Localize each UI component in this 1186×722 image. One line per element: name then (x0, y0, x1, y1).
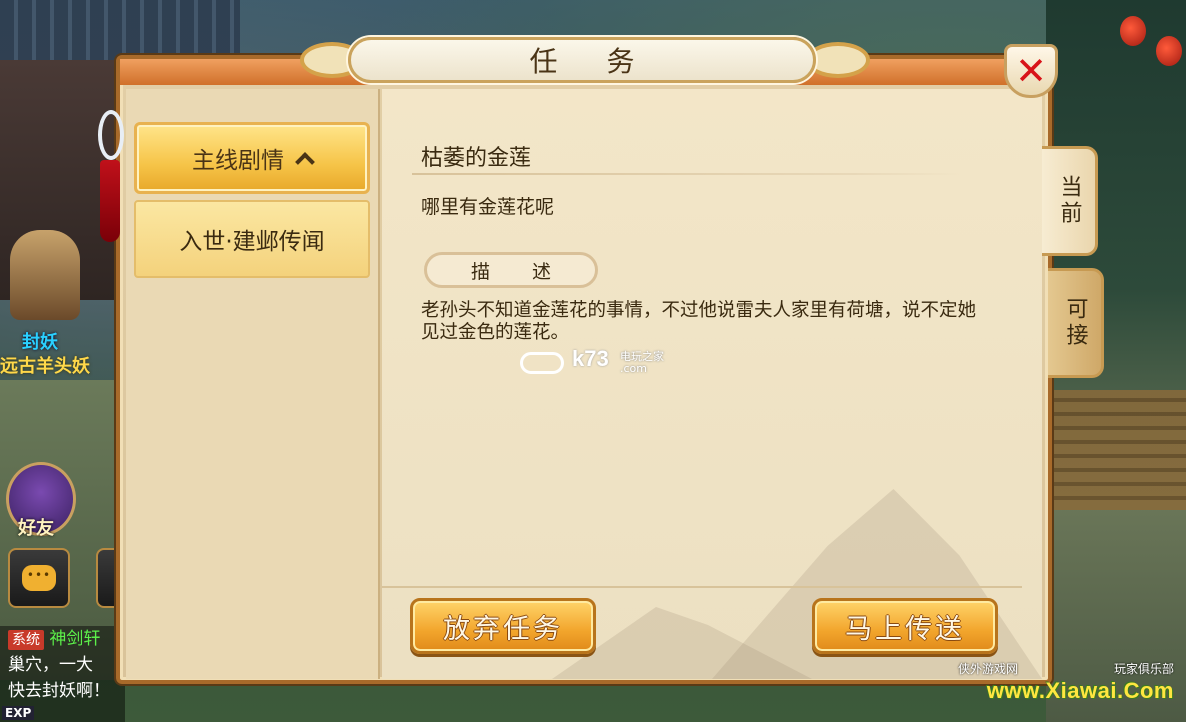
tab-available[interactable]: 可接 (1048, 268, 1104, 378)
k73-watermark: k73 (572, 346, 609, 371)
background-roof (0, 0, 240, 60)
chat-system-tag: 系统 (8, 630, 44, 650)
description-header-label: 描 述 (470, 260, 570, 283)
lantern-icon (1156, 36, 1182, 66)
description-header: 描 述 (424, 252, 598, 288)
close-icon: ✕ (1015, 49, 1047, 93)
quest-detail-area (382, 89, 1042, 679)
divider (382, 586, 1022, 588)
divider (412, 173, 962, 175)
category-main-label: 主线剧情 (192, 148, 284, 174)
close-button[interactable]: ✕ (1004, 44, 1058, 98)
quest-list-item[interactable]: 入世·建邺传闻 (134, 200, 370, 278)
abandon-quest-button[interactable]: 放弃任务 (410, 598, 596, 654)
background-bridge (1046, 390, 1186, 510)
title-banner: 任 务 (348, 37, 816, 83)
gamepad-watermark-icon (520, 352, 564, 374)
chevron-up-icon (295, 152, 315, 172)
site-watermark: 侠外游戏网 玩家俱乐部 www.Xiawai.Com (948, 656, 1178, 712)
tassel-icon (100, 160, 120, 242)
chat-line: 神剑轩 (49, 629, 101, 649)
site-watermark-right: 玩家俱乐部 (1113, 662, 1174, 676)
chat-bubble-icon (22, 565, 56, 591)
jade-ring-icon (98, 110, 124, 160)
teleport-button[interactable]: 马上传送 (812, 598, 998, 654)
panel-title: 任 务 (529, 45, 655, 78)
site-watermark-left: 侠外游戏网 (958, 662, 1019, 676)
chat-line: 巢穴，一大 (8, 655, 93, 675)
tab-current[interactable]: 当前 (1042, 146, 1098, 256)
lantern-icon (1120, 16, 1146, 46)
friend-label: 好友 (18, 518, 54, 539)
npc-tag: 封妖 (22, 332, 58, 353)
chat-button[interactable] (8, 548, 70, 608)
quest-list-item-label: 入世·建邺传闻 (179, 229, 325, 255)
npc-name: 远古羊头妖 (0, 356, 90, 377)
npc-sprite[interactable] (10, 230, 80, 320)
site-watermark-url: www.Xiawai.Com (986, 678, 1174, 703)
quest-objective: 哪里有金莲花呢 (421, 196, 555, 218)
exp-label: EXP (2, 706, 35, 720)
k73-watermark-domain: .com (620, 362, 647, 375)
category-main-story[interactable]: 主线剧情 (134, 122, 370, 194)
quest-description: 老孙头不知道金莲花的事情，不过他说雷夫人家里有荷塘，说不定她见过金色的莲花。 (421, 300, 977, 343)
chat-line: 快去封妖啊！ (8, 681, 110, 701)
quest-title: 枯萎的金莲 (421, 146, 532, 171)
